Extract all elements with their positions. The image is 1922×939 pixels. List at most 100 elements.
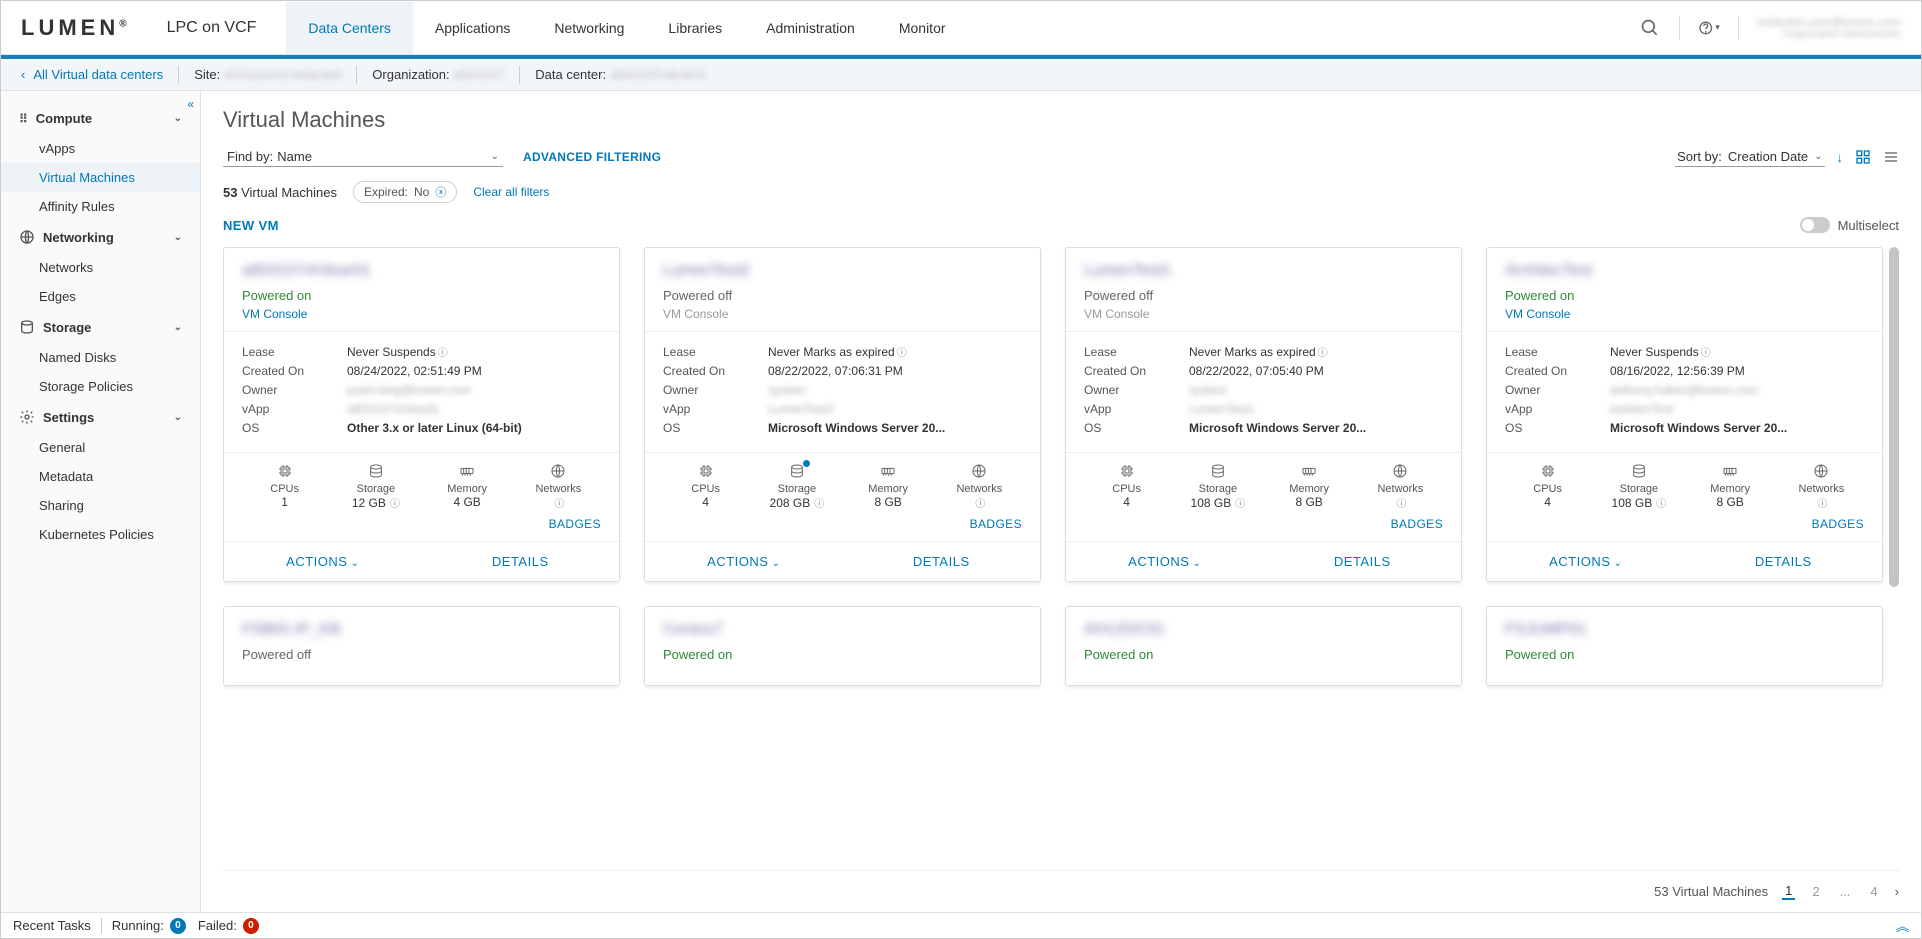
info-icon[interactable]: ⓘ: [1396, 495, 1406, 510]
sort-direction-icon[interactable]: ↓: [1837, 150, 1844, 165]
sidebar-item-virtual-machines[interactable]: Virtual Machines: [1, 163, 200, 192]
sidebar-section-compute[interactable]: ⠿ Compute⌄: [1, 103, 200, 134]
details-button[interactable]: DETAILS: [1264, 542, 1462, 581]
actions-button[interactable]: ACTIONS⌄: [224, 542, 422, 581]
clear-all-filters-link[interactable]: Clear all filters: [473, 185, 549, 199]
page-ellipsis: ...: [1837, 884, 1854, 899]
vm-card: a603107vh3ear01Powered onVM ConsoleLease…: [223, 247, 620, 582]
nav-tab-libraries[interactable]: Libraries: [646, 2, 744, 54]
vm-status: Powered on: [1505, 288, 1864, 303]
storage-stat: Storage12 GBⓘ: [333, 463, 418, 510]
vm-console-link[interactable]: VM Console: [1505, 307, 1864, 321]
sidebar-item-networks[interactable]: Networks: [1, 253, 200, 282]
vm-name[interactable]: FSJUMP01: [1505, 621, 1864, 639]
sortby-dropdown[interactable]: Sort by: Creation Date ⌄: [1675, 147, 1824, 167]
sidebar-item-general[interactable]: General: [1, 433, 200, 462]
expand-tasks-icon[interactable]: ︽: [1896, 916, 1909, 935]
memory-stat: Memory4 GB: [425, 463, 510, 510]
sidebar-item-vapps[interactable]: vApps: [1, 134, 200, 163]
vm-status: Powered on: [242, 288, 601, 303]
nav-tab-administration[interactable]: Administration: [744, 2, 877, 54]
info-icon[interactable]: ⓘ: [390, 495, 400, 510]
nav-tab-monitor[interactable]: Monitor: [877, 2, 968, 54]
created-label: Created On: [1505, 364, 1610, 378]
vm-name[interactable]: LumenTest2: [663, 262, 1022, 280]
back-chevron-icon[interactable]: ‹: [21, 67, 25, 82]
page-2[interactable]: 2: [1809, 884, 1822, 899]
recent-tasks-label[interactable]: Recent Tasks: [13, 918, 91, 933]
created-value: 08/16/2022, 12:56:39 PM: [1610, 364, 1864, 378]
sidebar-collapse-icon[interactable]: «: [187, 97, 194, 111]
nav-tab-data-centers[interactable]: Data Centers: [286, 2, 412, 54]
storage-icon: [789, 463, 805, 479]
divider: [101, 918, 102, 934]
info-icon[interactable]: ⓘ: [814, 495, 824, 510]
sidebar-section-storage[interactable]: Storage⌄: [1, 311, 200, 343]
list-view-icon[interactable]: [1883, 149, 1899, 165]
user-menu[interactable]: redacted.user@lumen.com Organization Adm…: [1757, 15, 1901, 40]
details-button[interactable]: DETAILS: [1685, 542, 1883, 581]
search-icon[interactable]: [1639, 17, 1661, 39]
info-icon[interactable]: ⓘ: [1235, 495, 1245, 510]
vm-name[interactable]: FSBIG-IP_KB: [242, 621, 601, 639]
vm-name[interactable]: ArchitecTest: [1505, 262, 1864, 280]
grid-view-icon[interactable]: [1855, 149, 1871, 165]
info-icon[interactable]: ⓘ: [975, 495, 985, 510]
sidebar-item-named-disks[interactable]: Named Disks: [1, 343, 200, 372]
memory-icon: [459, 463, 475, 479]
lease-value: Never Marks as expiredⓘ: [1189, 344, 1443, 359]
info-icon[interactable]: ⓘ: [438, 348, 448, 359]
chevron-down-icon: ⌄: [174, 113, 182, 124]
vm-name[interactable]: Centos7: [663, 621, 1022, 639]
actions-button[interactable]: ACTIONS⌄: [1487, 542, 1685, 581]
info-icon[interactable]: ⓘ: [1701, 348, 1711, 359]
sidebar-section-settings[interactable]: Settings⌄: [1, 401, 200, 433]
badges-link[interactable]: BADGES: [1812, 517, 1864, 531]
sidebar-item-edges[interactable]: Edges: [1, 282, 200, 311]
nav-tab-applications[interactable]: Applications: [413, 2, 533, 54]
lease-label: Lease: [1084, 345, 1189, 359]
sidebar-item-affinity-rules[interactable]: Affinity Rules: [1, 192, 200, 221]
vm-console-link[interactable]: VM Console: [242, 307, 601, 321]
badges-link[interactable]: BADGES: [549, 517, 601, 531]
cpu-icon: [1540, 463, 1556, 479]
created-value: 08/24/2022, 02:51:49 PM: [347, 364, 601, 378]
sidebar-item-sharing[interactable]: Sharing: [1, 491, 200, 520]
vm-name[interactable]: LumenTest1: [1084, 262, 1443, 280]
network-icon: [550, 463, 566, 479]
info-icon[interactable]: ⓘ: [554, 495, 564, 510]
divider: [519, 66, 520, 84]
advanced-filtering-link[interactable]: ADVANCED FILTERING: [523, 150, 661, 164]
breadcrumb-all-vdcs[interactable]: All Virtual data centers: [33, 67, 163, 82]
sidebar-section-networking[interactable]: Networking⌄: [1, 221, 200, 253]
multiselect-toggle[interactable]: Multiselect: [1800, 217, 1899, 233]
info-icon[interactable]: ⓘ: [897, 348, 907, 359]
badges-link[interactable]: BADGES: [1391, 517, 1443, 531]
findby-dropdown[interactable]: Find by: Name ⌄: [223, 147, 503, 167]
next-page-icon[interactable]: ›: [1895, 884, 1899, 899]
page-4[interactable]: 4: [1867, 884, 1880, 899]
sidebar-item-kubernetes-policies[interactable]: Kubernetes Policies: [1, 520, 200, 549]
nav-tab-networking[interactable]: Networking: [532, 2, 646, 54]
info-icon[interactable]: ⓘ: [1817, 495, 1827, 510]
vm-name[interactable]: a603107vh3ear01: [242, 262, 601, 280]
vm-name[interactable]: AH12DC01: [1084, 621, 1443, 639]
toggle-switch[interactable]: [1800, 217, 1830, 233]
actions-button[interactable]: ACTIONS⌄: [1066, 542, 1264, 581]
info-icon[interactable]: ⓘ: [1656, 495, 1666, 510]
sidebar-item-metadata[interactable]: Metadata: [1, 462, 200, 491]
actions-button[interactable]: ACTIONS⌄: [645, 542, 843, 581]
details-button[interactable]: DETAILS: [843, 542, 1041, 581]
scrollbar[interactable]: [1889, 247, 1899, 587]
new-vm-button[interactable]: NEW VM: [223, 218, 279, 233]
info-icon[interactable]: ⓘ: [1318, 348, 1328, 359]
sidebar-item-storage-policies[interactable]: Storage Policies: [1, 372, 200, 401]
os-label: OS: [663, 421, 768, 435]
page-1[interactable]: 1: [1782, 883, 1795, 900]
vm-status: Powered off: [1084, 288, 1443, 303]
help-icon[interactable]: ▾: [1698, 17, 1720, 39]
details-button[interactable]: DETAILS: [422, 542, 620, 581]
badges-link[interactable]: BADGES: [970, 517, 1022, 531]
created-label: Created On: [1084, 364, 1189, 378]
remove-filter-icon[interactable]: ⓧ: [435, 184, 446, 200]
